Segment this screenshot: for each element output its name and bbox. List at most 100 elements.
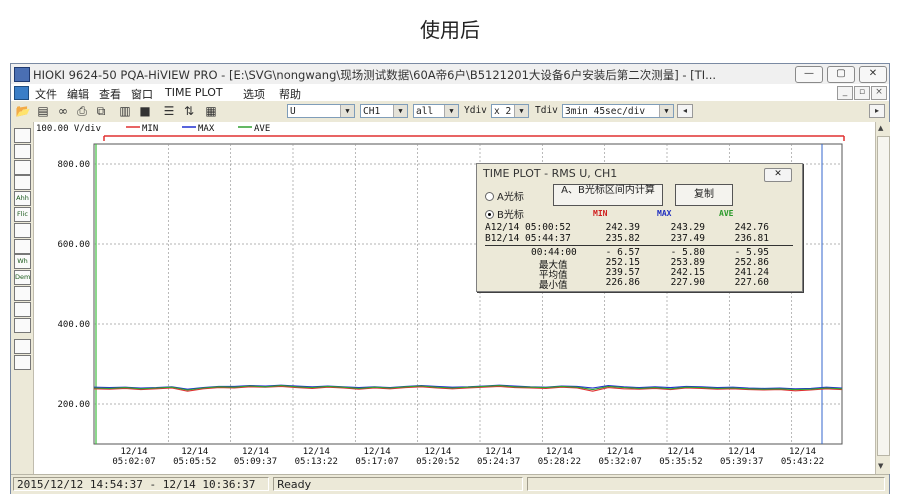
close-button[interactable]: ✕ <box>859 66 887 83</box>
x-tick-date: 12/14 <box>303 447 330 457</box>
tool-bar-icon[interactable] <box>14 301 31 317</box>
copy-button[interactable]: 复制 <box>675 184 733 206</box>
x-tick-time: 05:13:22 <box>295 457 338 467</box>
radio-a-label: A光标 <box>497 192 524 203</box>
tool-graph-icon[interactable] <box>14 128 31 143</box>
link-icon[interactable]: ∞ <box>55 104 71 119</box>
tdiv-select[interactable]: 3min 45sec/div ▼ <box>562 104 674 118</box>
scroll-thumb[interactable] <box>877 136 890 456</box>
tool-wh-icon[interactable]: Wh <box>14 254 31 270</box>
scroll-up-icon[interactable]: ▲ <box>878 124 883 132</box>
x-tick-time: 05:24:37 <box>477 457 520 467</box>
menu-window[interactable]: 窗口 <box>131 86 153 102</box>
page-caption: 使用后 <box>420 18 480 42</box>
tool-wave-icon[interactable] <box>14 143 31 159</box>
x-tick-date: 12/14 <box>789 447 816 457</box>
scroll-left-button[interactable]: ◂ <box>677 104 693 118</box>
radio-cursor-a[interactable]: A光标 <box>485 188 524 203</box>
tool-memo-icon[interactable] <box>14 339 31 355</box>
y-tick-label: 200.00 <box>57 400 90 410</box>
stats-cell: 242.39 <box>605 222 640 233</box>
scroll-right-button[interactable]: ▸ <box>869 104 885 118</box>
channel-select[interactable]: CH1 ▼ <box>360 104 408 118</box>
legend-ave-text: AVE <box>254 124 270 134</box>
minimize-button[interactable]: — <box>795 66 823 83</box>
document-icon[interactable] <box>14 86 29 100</box>
ydiv-select[interactable]: x 2 ▼ <box>491 104 529 118</box>
quantity-value: U <box>290 106 296 117</box>
toolbar: 📂 ▤ ∞ ⎙ ⧉ ▥ ■ ☰ ⇅ ▦ U ▼ CH1 ▼ all ▼ Ydiv x … <box>11 101 889 123</box>
y-tick-label: 400.00 <box>57 320 90 330</box>
print-icon[interactable]: ⎙ <box>74 104 90 119</box>
tool-zoom-icon[interactable] <box>14 238 31 254</box>
menu-edit[interactable]: 编辑 <box>67 86 89 102</box>
x-tick-time: 05:05:52 <box>173 457 216 467</box>
maximize-button[interactable]: ▢ <box>827 66 855 83</box>
tool-ahh-icon[interactable]: Ahh <box>14 191 31 207</box>
radio-dot-b <box>485 210 494 219</box>
book-icon[interactable]: ▥ <box>117 104 133 119</box>
y-tick-label: 800.00 <box>57 160 90 170</box>
x-tick-date: 12/14 <box>546 447 573 457</box>
print-preview-icon[interactable]: ▤ <box>35 104 51 119</box>
menu-help[interactable]: 帮助 <box>279 86 301 102</box>
menu-time-plot[interactable]: TIME PLOT <box>165 86 223 99</box>
stats-row-label: 最小值 <box>539 280 568 291</box>
stats-cell: 237.49 <box>670 232 705 244</box>
stats-cell: 236.81 <box>734 232 769 244</box>
ydiv-value: x 2 <box>494 106 512 117</box>
window-title: HIOKI 9624-50 PQA-HiVIEW PRO - [E:\SVG\n… <box>33 68 717 82</box>
tool-report-icon[interactable] <box>14 355 31 371</box>
chevron-down-icon: ▼ <box>393 105 407 117</box>
stats-cell: 242.76 <box>734 222 769 233</box>
open-folder-icon[interactable]: 📂 <box>15 104 31 119</box>
stats-cell: 227.60 <box>734 277 769 288</box>
tool-time-icon[interactable] <box>14 175 31 191</box>
x-tick-time: 05:09:37 <box>234 457 277 467</box>
scope-select[interactable]: all ▼ <box>413 104 459 118</box>
mdi-close-button[interactable]: × <box>871 86 887 100</box>
status-panel-empty <box>527 477 885 491</box>
tool-harm-icon[interactable] <box>14 222 31 238</box>
title-bar: HIOKI 9624-50 PQA-HiVIEW PRO - [E:\SVG\n… <box>11 64 889 85</box>
x-tick-time: 05:32:07 <box>599 457 642 467</box>
tool-dem-icon[interactable]: Dem <box>14 270 31 286</box>
tdiv-label: Tdiv <box>535 105 558 116</box>
list-icon[interactable]: ☰ <box>161 104 177 119</box>
quantity-select[interactable]: U ▼ <box>287 104 355 118</box>
vertical-scrollbar[interactable]: ▲ ▼ <box>875 122 890 474</box>
mdi-minimize-button[interactable]: _ <box>837 86 853 100</box>
chevron-down-icon: ▼ <box>514 105 528 117</box>
menu-file[interactable]: 文件 <box>35 86 57 102</box>
stats-cell: 226.86 <box>605 277 640 288</box>
status-time-range: 2015/12/12 14:54:37 - 12/14 10:36:37 <box>13 477 269 491</box>
table-icon[interactable]: ▦ <box>203 104 219 119</box>
x-tick-date: 12/14 <box>424 447 451 457</box>
radio-cursor-b[interactable]: B光标 <box>485 206 524 221</box>
calc-interval-button[interactable]: A、B光标区间内计算 <box>553 184 663 206</box>
radio-dot-a <box>485 192 494 201</box>
header-min: MIN <box>593 209 608 218</box>
x-tick-time: 05:35:52 <box>659 457 702 467</box>
menu-view[interactable]: 查看 <box>99 86 121 102</box>
scroll-down-icon[interactable]: ▼ <box>878 462 883 470</box>
stats-divider <box>485 245 793 246</box>
tool-vector-icon[interactable] <box>14 159 31 175</box>
mdi-restore-button[interactable]: ▫ <box>854 86 870 100</box>
tool-event-icon[interactable] <box>14 317 31 333</box>
x-tick-date: 12/14 <box>728 447 755 457</box>
copy-icon[interactable]: ⧉ <box>93 104 109 119</box>
dialog-close-button[interactable]: ✕ <box>764 168 792 182</box>
legend-max-text: MAX <box>198 124 215 134</box>
radio-b-label: B光标 <box>497 210 524 221</box>
menu-options[interactable]: 选项 <box>243 86 265 102</box>
header-ave: AVE <box>719 209 734 218</box>
tool-flic-icon[interactable]: Flic <box>14 207 31 222</box>
tool-list-icon[interactable] <box>14 286 31 301</box>
dialog-title: TIME PLOT - RMS U, CH1 <box>483 167 618 180</box>
sort-icon[interactable]: ⇅ <box>181 104 197 119</box>
x-tick-date: 12/14 <box>667 447 694 457</box>
x-tick-date: 12/14 <box>242 447 269 457</box>
x-tick-time: 05:28:22 <box>538 457 581 467</box>
save-icon[interactable]: ■ <box>137 104 153 119</box>
